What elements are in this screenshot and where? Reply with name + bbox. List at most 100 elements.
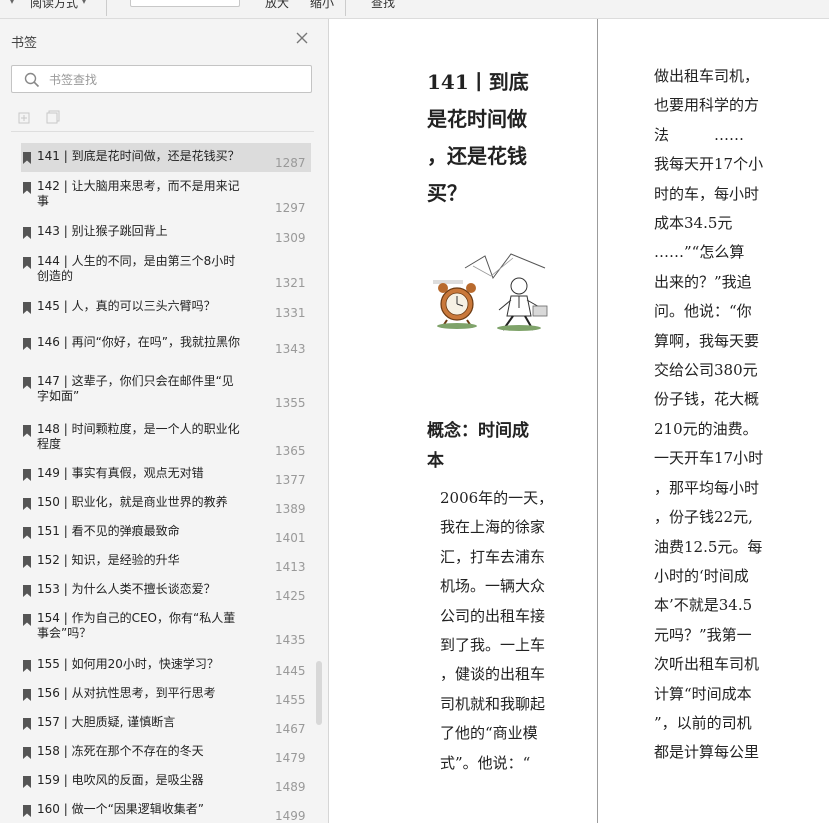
bookmark-icon: [23, 182, 31, 194]
toolbar-search-input[interactable]: [130, 0, 240, 7]
text-line: ，健谈的出租车: [440, 665, 546, 684]
bookmark-item[interactable]: 157 | 大胆质疑, 谨慎断言 1467: [21, 709, 311, 738]
bookmark-title-line: 152 | 知识，是经验的升华: [37, 553, 180, 567]
bookmark-icon: [23, 689, 31, 701]
bookmark-item[interactable]: 160 | 做一个“因果逻辑收集者” 1499: [21, 796, 311, 823]
bookmark-title-line: 147 | 这辈子，你们只会在邮件里“见: [37, 374, 234, 388]
bookmark-icon: [23, 152, 31, 164]
bookmark-page-number: 1331: [275, 306, 306, 320]
bookmark-title-line: 149 | 事实有真假，观点无对错: [37, 466, 204, 480]
heading-line: ，还是花钱: [427, 144, 527, 168]
bookmark-item[interactable]: 158 | 冻死在那个不存在的冬天 1479: [21, 738, 311, 767]
bookmark-title-line: 146 | 再问“你好，在吗”，我就拉黑你: [37, 335, 241, 349]
zoom-out-button[interactable]: 缩小: [310, 0, 334, 11]
bookmark-icon: [23, 660, 31, 672]
bookmark-title: 141 | 到底是花时间做，还是花钱买？: [37, 149, 242, 164]
bookmark-icon: [23, 257, 31, 269]
text-line: 油费12.5元。每: [654, 537, 763, 556]
bookmark-icon: [23, 425, 31, 437]
bookmark-title: 156 | 从对抗性思考，到平行思考: [37, 686, 242, 701]
bookmark-icon: [23, 585, 31, 597]
close-icon[interactable]: [293, 29, 311, 47]
text-line: 计算“时间成本: [654, 684, 752, 703]
text-line: 法 ……: [654, 125, 745, 144]
toolbar-divider: [345, 0, 346, 16]
top-toolbar: ▾ 阅读方式 ▾ 放大 缩小 查找: [0, 0, 829, 19]
bookmark-item[interactable]: 147 | 这辈子，你们只会在邮件里“见 字如面” 1355: [21, 368, 311, 412]
bookmark-page-number: 1489: [275, 780, 306, 794]
view-mode-chevron-icon[interactable]: ▾: [82, 0, 86, 6]
bookmark-search-input[interactable]: 书签查找: [11, 65, 312, 93]
bookmark-icon: [23, 747, 31, 759]
text-line: 元吗？”我第一: [654, 625, 752, 644]
bookmark-title: 148 | 时间颗粒度，是一个人的职业化 程度: [37, 422, 242, 452]
bookmark-page-number: 1321: [275, 276, 306, 290]
bookmark-item[interactable]: 149 | 事实有真假，观点无对错 1377: [21, 460, 311, 489]
bookmark-item[interactable]: 146 | 再问“你好，在吗”，我就拉黑你 1343: [21, 329, 311, 358]
chevron-down-icon[interactable]: ▾: [10, 0, 14, 6]
toolbar-divider: [106, 0, 107, 16]
bookmark-title-line: 158 | 冻死在那个不存在的冬天: [37, 744, 204, 758]
bookmark-item[interactable]: 152 | 知识，是经验的升华 1413: [21, 547, 311, 576]
text-line: 次听出租车司机: [654, 655, 760, 674]
bookmark-page-number: 1425: [275, 589, 306, 603]
bookmark-item[interactable]: 150 | 职业化，就是商业世界的教养 1389: [21, 489, 311, 518]
text-line: ”，以前的司机: [654, 713, 752, 732]
bookmark-item[interactable]: 145 | 人，真的可以三头六臂吗？ 1331: [21, 293, 311, 322]
bookmark-title-line: 157 | 大胆质疑, 谨慎断言: [37, 715, 176, 729]
chapter-heading: 141丨到底 是花时间做 ，还是花钱 买？: [427, 64, 553, 212]
bookmark-title-line: 144 | 人生的不同，是由第三个8小时: [37, 254, 236, 268]
text-line: 本’不就是34.5: [654, 596, 753, 615]
search-icon: [24, 72, 40, 88]
text-line: 都是计算每公里: [654, 743, 760, 762]
zoom-in-button[interactable]: 放大: [265, 0, 289, 11]
bookmark-title-line: 153 | 为什么人类不擅长谈恋爱？: [37, 582, 216, 596]
text-line: 交给公司380元: [654, 361, 758, 380]
sidebar-scrollbar[interactable]: [316, 661, 322, 725]
bookmark-title: 144 | 人生的不同，是由第三个8小时 创造的: [37, 254, 242, 284]
bookmark-title: 152 | 知识，是经验的升华: [37, 553, 242, 568]
bookmark-item[interactable]: 159 | 电吹风的反面，是吸尘器 1489: [21, 767, 311, 796]
bookmark-title-line: 程度: [37, 437, 62, 451]
text-line: 汇，打车去浦东: [440, 547, 546, 566]
subheading-line: 本: [427, 451, 444, 471]
bookmark-title: 145 | 人，真的可以三头六臂吗？: [37, 299, 242, 314]
bookmark-item[interactable]: 148 | 时间颗粒度，是一个人的职业化 程度 1365: [21, 416, 311, 460]
text-line: 了他的“商业模: [440, 724, 538, 743]
bookmark-title: 151 | 看不见的弹痕最致命: [37, 524, 242, 539]
view-mode-menu[interactable]: 阅读方式: [30, 0, 78, 11]
bookmark-title: 153 | 为什么人类不擅长谈恋爱？: [37, 582, 242, 597]
bookmark-title-line: 141 | 到底是花时间做，还是花钱买？: [37, 149, 240, 163]
bookmark-icon: [23, 805, 31, 817]
bookmark-title: 150 | 职业化，就是商业世界的教养: [37, 495, 242, 510]
bookmark-item[interactable]: 143 | 别让猴子跳回背上 1309: [21, 218, 311, 247]
bookmark-item[interactable]: 156 | 从对抗性思考，到平行思考 1455: [21, 680, 311, 709]
bookmark-item[interactable]: 141 | 到底是花时间做，还是花钱买？ 1287: [21, 143, 311, 172]
heading-line: 141丨到底: [427, 70, 529, 94]
add-sub-bookmark-icon[interactable]: [46, 109, 60, 128]
bookmark-page-number: 1389: [275, 502, 306, 516]
bookmark-item[interactable]: 144 | 人生的不同，是由第三个8小时 创造的 1321: [21, 248, 311, 292]
add-bookmark-icon[interactable]: [18, 109, 32, 128]
bookmark-icon: [23, 556, 31, 568]
bookmark-item[interactable]: 154 | 作为自己的CEO，你有“私人董 事会”吗？ 1435: [21, 605, 311, 649]
text-line: ……”“怎么算: [654, 243, 745, 262]
find-button[interactable]: 查找: [371, 0, 395, 11]
bookmark-title: 157 | 大胆质疑, 谨慎断言: [37, 715, 242, 730]
bookmark-item[interactable]: 155 | 如何用20小时，快速学习？ 1445: [21, 651, 311, 680]
bookmark-item[interactable]: 153 | 为什么人类不擅长谈恋爱？ 1425: [21, 576, 311, 605]
bookmark-item[interactable]: 142 | 让大脑用来思考，而不是用来记事 1297: [21, 173, 311, 217]
bookmark-title: 155 | 如何用20小时，快速学习？: [37, 657, 242, 672]
bookmark-page-number: 1355: [275, 396, 306, 410]
bookmark-item[interactable]: 151 | 看不见的弹痕最致命 1401: [21, 518, 311, 547]
text-line: 公司的出租车接: [440, 606, 546, 625]
bookmark-title-line: 145 | 人，真的可以三头六臂吗？: [37, 299, 216, 313]
bookmark-title-line: 159 | 电吹风的反面，是吸尘器: [37, 773, 204, 787]
bookmark-title: 142 | 让大脑用来思考，而不是用来记事: [37, 179, 242, 209]
text-line: 做出租车司机，: [654, 67, 760, 85]
text-line: 210元的油费。: [654, 419, 758, 438]
bookmark-page-number: 1365: [275, 444, 306, 458]
bookmark-page-number: 1287: [275, 156, 306, 170]
concept-subheading: 概念：时间成本: [427, 416, 553, 476]
bookmark-icon: [23, 469, 31, 481]
